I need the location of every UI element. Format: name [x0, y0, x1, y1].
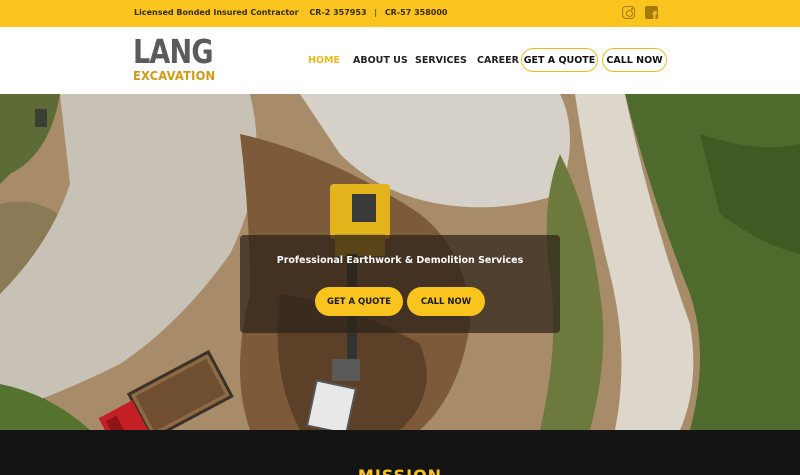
hero-title: Professional Earthwork & Demolition Serv…	[276, 255, 524, 266]
instagram-icon[interactable]	[622, 6, 635, 19]
nav-call-now-button[interactable]: CALL NOW	[602, 48, 667, 72]
logo-wordmark: LANG	[133, 32, 214, 71]
license-number-2: CR-57 358000	[384, 8, 448, 17]
facebook-icon[interactable]: f	[645, 6, 658, 19]
nav-get-quote-button[interactable]: GET A QUOTE	[521, 48, 598, 72]
top-bar: Licensed Bonded Insured Contractor CR-2 …	[0, 0, 800, 27]
hero-get-quote-button[interactable]: GET A QUOTE	[315, 287, 403, 316]
mission-section: MISSION	[0, 430, 800, 475]
hero-call-now-button[interactable]: CALL NOW	[407, 287, 485, 316]
nav-home[interactable]: HOME	[308, 55, 340, 66]
nav-about-us[interactable]: ABOUT US	[353, 55, 408, 66]
logo[interactable]: LANG EXCAVATION	[133, 32, 216, 86]
nav-career[interactable]: CAREER	[477, 55, 519, 66]
hero-section: Professional Earthwork & Demolition Serv…	[0, 94, 800, 430]
license-separator: |	[374, 8, 378, 17]
hero-overlay: Professional Earthwork & Demolition Serv…	[240, 235, 560, 333]
license-text: Licensed Bonded Insured Contractor	[134, 8, 299, 17]
logo-subtitle: EXCAVATION	[133, 68, 216, 83]
nav-services[interactable]: SERVICES	[415, 55, 467, 66]
site-header: LANG EXCAVATION HOME ABOUT US SERVICES C…	[0, 27, 800, 94]
license-info: Licensed Bonded Insured Contractor CR-2 …	[134, 8, 447, 17]
facebook-glyph: f	[652, 9, 657, 19]
license-number-1: CR-2 357953	[309, 8, 367, 17]
mission-title: MISSION	[0, 466, 800, 475]
